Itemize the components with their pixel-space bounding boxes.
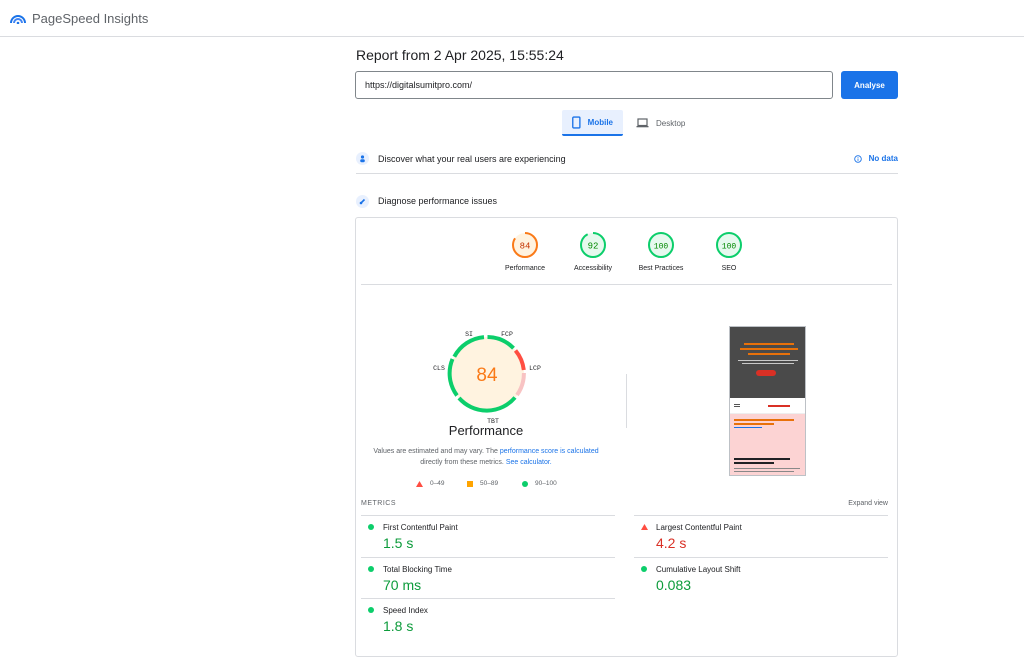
gauge-label-lcp[interactable]: LCP bbox=[529, 365, 541, 372]
metric-lcp: Largest Contentful Paint 4.2 s bbox=[634, 515, 888, 557]
metric-fcp-value: 1.5 s bbox=[383, 535, 414, 551]
field-data-section[interactable]: Discover what your real users are experi… bbox=[356, 144, 898, 174]
gauge-label-fcp[interactable]: FCP bbox=[501, 331, 513, 338]
score-label-seo: SEO bbox=[721, 265, 737, 272]
score-gauge-seo: 100 bbox=[716, 232, 742, 258]
screenshot-nav bbox=[730, 398, 805, 414]
app-title[interactable]: PageSpeed Insights bbox=[32, 11, 148, 26]
score-gauge-performance: 84 bbox=[512, 232, 538, 258]
no-data-label: No data bbox=[868, 154, 898, 163]
legend-average: 50–89 bbox=[467, 480, 498, 487]
metric-lcp-value: 4.2 s bbox=[656, 535, 687, 551]
analyse-button[interactable]: Analyse bbox=[841, 71, 898, 99]
tab-mobile-label: Mobile bbox=[587, 117, 613, 127]
diagnose-label: Diagnose performance issues bbox=[378, 196, 498, 206]
score-best-practices[interactable]: 100 Best Practices bbox=[626, 231, 696, 272]
gauge-label-cls[interactable]: CLS bbox=[433, 365, 445, 372]
legend-average-range: 50–89 bbox=[480, 480, 499, 487]
score-gauge-accessibility: 92 bbox=[580, 232, 606, 258]
vertical-separator bbox=[626, 374, 627, 428]
tab-desktop[interactable]: Desktop bbox=[626, 110, 696, 136]
metric-cls-value: 0.083 bbox=[656, 577, 692, 593]
users-icon bbox=[356, 152, 369, 165]
triangle-icon bbox=[416, 480, 423, 487]
score-label-accessibility: Accessibility bbox=[573, 265, 613, 272]
metric-si: Speed Index 1.8 s bbox=[361, 598, 615, 640]
note-text-2: directly from these metrics. bbox=[420, 459, 506, 466]
score-seo[interactable]: 100 SEO bbox=[694, 231, 764, 272]
performance-gauge-label: Performance bbox=[448, 423, 524, 438]
legend-poor-range: 0–49 bbox=[430, 480, 445, 487]
score-note: Values are estimated and may vary. The p… bbox=[370, 446, 602, 468]
laptop-icon bbox=[636, 118, 649, 128]
legend-poor: 0–49 bbox=[416, 480, 444, 487]
metric-cls-name: Cumulative Layout Shift bbox=[656, 565, 741, 574]
lab-icon bbox=[356, 194, 369, 208]
metric-fcp-name: First Contentful Paint bbox=[383, 523, 458, 532]
good-circle-icon bbox=[368, 607, 374, 613]
gauge-label-si[interactable]: SI bbox=[465, 331, 473, 338]
score-calculated-link[interactable]: performance score is calculated bbox=[500, 448, 599, 455]
card-divider bbox=[361, 284, 892, 285]
good-circle-icon bbox=[368, 524, 374, 530]
performance-score: 84 bbox=[476, 365, 498, 386]
legend-good: 90–100 bbox=[522, 480, 557, 487]
screenshot-content bbox=[730, 414, 805, 475]
screenshot-hero bbox=[730, 327, 805, 398]
tab-mobile[interactable]: Mobile bbox=[562, 110, 623, 136]
metric-tbt-name: Total Blocking Time bbox=[383, 565, 452, 574]
pagespeed-logo-icon bbox=[10, 15, 26, 24]
metric-si-value: 1.8 s bbox=[383, 618, 414, 634]
score-label-performance: Performance bbox=[504, 265, 546, 272]
no-data-status: No data bbox=[853, 154, 898, 163]
score-value-accessibility: 92 bbox=[588, 242, 599, 252]
metric-fcp: First Contentful Paint 1.5 s bbox=[361, 515, 615, 557]
see-calculator-link[interactable]: See calculator. bbox=[506, 459, 552, 466]
tab-desktop-label: Desktop bbox=[656, 118, 686, 128]
score-gauge-best-practices: 100 bbox=[648, 232, 674, 258]
score-accessibility[interactable]: 92 Accessibility bbox=[558, 231, 628, 272]
metric-cls: Cumulative Layout Shift 0.083 bbox=[634, 557, 888, 599]
diagnose-section: Diagnose performance issues bbox=[356, 186, 898, 216]
note-text-1: Values are estimated and may vary. The bbox=[373, 448, 500, 455]
score-value-performance: 84 bbox=[520, 242, 531, 252]
field-data-label: Discover what your real users are experi… bbox=[378, 153, 566, 164]
score-label-best-practices: Best Practices bbox=[638, 265, 684, 272]
good-circle-icon bbox=[641, 566, 647, 572]
poor-triangle-icon bbox=[641, 524, 648, 530]
metric-tbt: Total Blocking Time 70 ms bbox=[361, 557, 615, 599]
metric-tbt-value: 70 ms bbox=[383, 577, 422, 593]
legend-good-range: 90–100 bbox=[535, 480, 557, 487]
expand-view-toggle[interactable]: Expand view bbox=[848, 500, 888, 507]
top-bar: PageSpeed Insights bbox=[0, 0, 1024, 37]
score-performance[interactable]: 84 Performance bbox=[490, 231, 560, 272]
score-value-best-practices: 100 bbox=[654, 243, 669, 252]
good-circle-icon bbox=[368, 566, 374, 572]
url-input[interactable] bbox=[355, 71, 833, 99]
metrics-heading: METRICS bbox=[361, 500, 396, 507]
info-icon bbox=[853, 154, 862, 163]
phone-icon bbox=[572, 115, 581, 129]
score-value-seo: 100 bbox=[722, 243, 737, 252]
metric-lcp-name: Largest Contentful Paint bbox=[656, 523, 742, 532]
report-title: Report from 2 Apr 2025, 15:55:24 bbox=[356, 47, 564, 63]
square-icon bbox=[467, 480, 473, 487]
circle-icon bbox=[522, 480, 528, 487]
metric-si-name: Speed Index bbox=[383, 606, 428, 615]
final-screenshot bbox=[729, 326, 806, 476]
